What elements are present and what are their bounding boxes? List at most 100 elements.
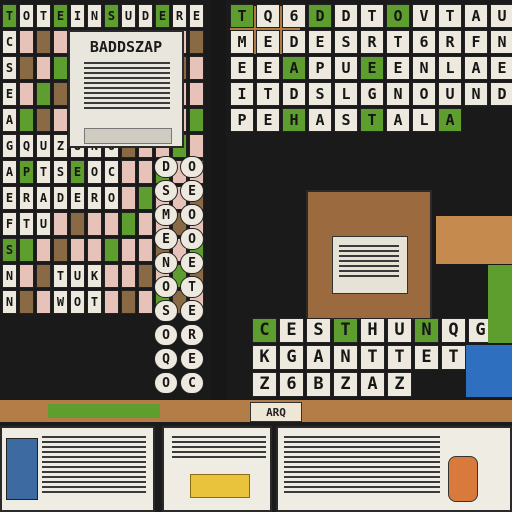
letter-tile <box>19 82 34 106</box>
letter-tile: U <box>334 56 358 80</box>
letter-tile: D <box>138 4 153 28</box>
letter-tile: T <box>87 290 102 314</box>
center-card-note <box>332 236 408 294</box>
letter-tile: U <box>36 212 51 236</box>
letter-tile: T <box>360 108 384 132</box>
letter-tile: A <box>282 56 306 80</box>
letter-tile: O <box>19 4 34 28</box>
letter-tile: A <box>464 4 488 28</box>
letter-tile <box>121 186 136 210</box>
letter-tile: T <box>19 212 34 236</box>
letter-tile <box>19 238 34 262</box>
letter-tile <box>53 82 68 106</box>
letter-tile: P <box>230 108 254 132</box>
circle-tile: M <box>154 204 178 226</box>
bottom-middle-document <box>162 426 272 512</box>
circle-tile: O <box>180 156 204 178</box>
letter-tile: I <box>70 4 85 28</box>
bottom-band: ARQ <box>0 400 512 512</box>
letter-tile: W <box>53 290 68 314</box>
letter-tile: C <box>2 30 17 54</box>
letter-tile: T <box>386 30 410 54</box>
letter-tile: E <box>256 108 280 132</box>
letter-tile: Z <box>53 134 68 158</box>
letter-tile <box>104 212 119 236</box>
letter-tile <box>36 82 51 106</box>
sign-text-lines <box>84 62 170 109</box>
letter-tile: F <box>464 30 488 54</box>
letter-tile: I <box>230 82 254 106</box>
letter-tile: Q <box>19 134 34 158</box>
letter-tile <box>104 290 119 314</box>
letter-tile <box>104 238 119 262</box>
letter-tile <box>121 238 136 262</box>
letter-tile: M <box>230 30 254 54</box>
letter-tile: T <box>360 4 384 28</box>
letter-tile: Z <box>387 372 412 397</box>
letter-tile: B <box>306 372 331 397</box>
letter-tile: T <box>333 318 358 343</box>
letter-tile <box>189 30 204 54</box>
letter-tile: T <box>438 4 462 28</box>
letter-tile: A <box>36 186 51 210</box>
circle-tile: O <box>180 228 204 250</box>
letter-tile: A <box>308 108 332 132</box>
letter-tile <box>87 238 102 262</box>
bottom-label-box: ARQ <box>250 402 302 422</box>
circle-tile: S <box>154 180 178 202</box>
letter-tile: T <box>2 4 17 28</box>
figure-illustration <box>448 456 478 502</box>
letter-tile <box>87 212 102 236</box>
letter-tile: T <box>36 4 51 28</box>
letter-tile: Q <box>256 4 280 28</box>
circle-tile: T <box>180 276 204 298</box>
letter-tile <box>53 212 68 236</box>
letter-tile: A <box>2 108 17 132</box>
letter-tile: L <box>438 56 462 80</box>
circle-tile: O <box>154 276 178 298</box>
letter-tile: T <box>360 345 385 370</box>
letter-tile: E <box>189 4 204 28</box>
letter-tile: 6 <box>279 372 304 397</box>
letter-tile: E <box>360 56 384 80</box>
middle-column-panel: DOSEMOEONEOTSEORQEOC <box>150 150 210 400</box>
letter-tile <box>36 30 51 54</box>
circle-tile: E <box>180 180 204 202</box>
sign-title: BADDSZAP <box>89 38 163 56</box>
right-letter-panel: TQ6DDTOVTAUMEDESRT6RFNEEAPUEENLAEITDSLGN… <box>226 0 512 400</box>
letter-tile: A <box>360 372 385 397</box>
letter-tile: A <box>2 160 17 184</box>
letter-tile: U <box>121 4 136 28</box>
circle-tile: S <box>154 300 178 322</box>
letter-tile <box>36 238 51 262</box>
circle-tile: E <box>180 348 204 370</box>
letter-tile <box>53 108 68 132</box>
bottom-left-document <box>0 426 155 512</box>
letter-tile: E <box>308 30 332 54</box>
letter-tile: A <box>464 56 488 80</box>
letter-tile: R <box>172 4 187 28</box>
letter-tile: E <box>53 4 68 28</box>
letter-tile: E <box>256 56 280 80</box>
letter-tile: 6 <box>282 4 306 28</box>
letter-tile: T <box>230 4 254 28</box>
letter-tile <box>70 238 85 262</box>
document-illustration <box>6 438 38 500</box>
letter-tile: U <box>70 264 85 288</box>
bottom-right-document <box>276 426 512 512</box>
letter-tile: O <box>412 82 436 106</box>
letter-tile: E <box>70 160 85 184</box>
right-letter-grid: TQ6DDTOVTAUMEDESRT6RFNEEAPUEENLAEITDSLGN… <box>230 4 512 132</box>
letter-tile: S <box>334 30 358 54</box>
letter-tile <box>53 56 68 80</box>
letter-tile: N <box>414 318 439 343</box>
letter-tile <box>19 56 34 80</box>
letter-tile: T <box>387 345 412 370</box>
letter-tile: G <box>360 82 384 106</box>
letter-tile: S <box>308 82 332 106</box>
letter-tile: N <box>87 4 102 28</box>
letter-tile: K <box>87 264 102 288</box>
circle-tile: D <box>154 156 178 178</box>
letter-tile: O <box>70 290 85 314</box>
letter-tile: F <box>2 212 17 236</box>
